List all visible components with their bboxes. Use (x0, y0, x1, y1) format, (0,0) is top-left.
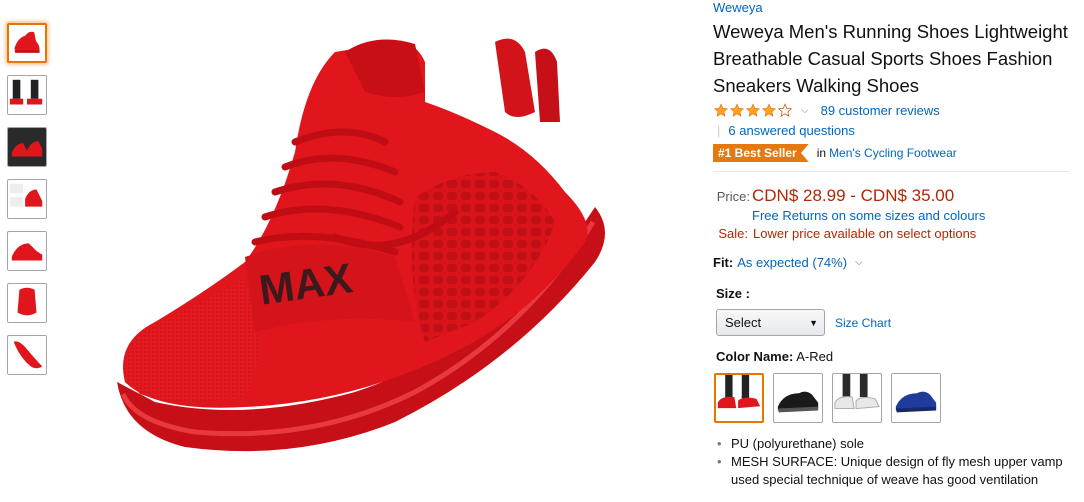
fit-label: Fit: (713, 255, 734, 270)
thumbnail-5[interactable] (7, 231, 47, 271)
swatch-blue[interactable] (891, 373, 941, 423)
feature-bullet: MESH SURFACE: Unique design of fly mesh … (717, 453, 1073, 489)
divider (713, 171, 1070, 172)
fit-row: Fit: As expected (74%) ⌵ (713, 255, 1073, 270)
chevron-down-icon[interactable]: ⌵ (801, 105, 809, 116)
detail-thumbnail-icon (9, 183, 43, 207)
thumbnail-4[interactable] (7, 179, 47, 219)
price-label: Price: (716, 189, 750, 204)
best-seller-badge[interactable]: #1 Best Seller (713, 144, 809, 162)
sale-row: Sale: Lower price available on select op… (713, 226, 1073, 241)
color-swatches (713, 373, 1073, 423)
size-label: Size : (716, 286, 750, 301)
customer-reviews-link[interactable]: 89 customer reviews (821, 103, 940, 118)
thumbnail-6[interactable] (7, 283, 47, 323)
black-shoe-swatch-icon (777, 391, 819, 413)
red-shoe-swatch-icon (717, 375, 761, 409)
qa-row: | 6 answered questions (713, 121, 1073, 139)
star-filled-icon (761, 102, 777, 117)
brand-link[interactable]: Weweya (713, 0, 1073, 15)
dropdown-arrow-icon: ▼ (809, 318, 818, 328)
swatch-red[interactable] (714, 373, 764, 423)
star-rating[interactable] (713, 102, 793, 118)
separator: | (717, 122, 721, 138)
legs-thumbnail-icon (9, 79, 43, 105)
thumbnail-1[interactable] (7, 23, 47, 63)
price-value: CDN$ 28.99 - CDN$ 35.00 (752, 186, 955, 205)
white-shoe-swatch-icon (834, 374, 880, 410)
star-filled-icon (745, 102, 761, 117)
sale-text: Lower price available on select options (753, 226, 977, 241)
best-seller-category-link[interactable]: Men's Cycling Footwear (829, 146, 957, 160)
shoe-image: MAX (117, 38, 605, 452)
size-select[interactable]: Select ▼ (716, 309, 825, 336)
price-block: Price: CDN$ 28.99 - CDN$ 35.00 Free Retu… (713, 186, 1073, 241)
side-thumbnail-icon (11, 243, 43, 261)
color-name-label: Color Name: (716, 349, 794, 364)
size-select-value: Select (725, 315, 762, 330)
thumbnail-2[interactable] (7, 75, 47, 115)
chevron-down-icon[interactable]: ⌵ (855, 257, 863, 268)
star-filled-icon (713, 102, 729, 117)
color-name-row: Color Name: A-Red (713, 349, 1073, 364)
product-title: Weweya Men's Running Shoes Lightweight B… (713, 21, 1068, 96)
thumbnail-list (7, 23, 49, 387)
rating-row: ⌵ 89 customer reviews (713, 101, 1073, 119)
shoe-thumbnail-icon (14, 31, 40, 53)
blue-shoe-swatch-icon (895, 391, 937, 413)
sole-thumbnail-icon (13, 341, 43, 369)
feature-bullets: PU (polyurethane) sole MESH SURFACE: Uni… (713, 435, 1073, 489)
fit-value-link[interactable]: As expected (74%) (737, 255, 847, 270)
price-row: Price: CDN$ 28.99 - CDN$ 35.00 (713, 186, 1073, 206)
thumbnail-7[interactable] (7, 335, 47, 375)
size-chart-link[interactable]: Size Chart (835, 316, 891, 330)
color-name-value: A-Red (796, 349, 834, 364)
answered-questions-link[interactable]: 6 answered questions (728, 123, 854, 138)
sale-label: Sale: (718, 226, 748, 241)
main-product-image[interactable]: MAX (95, 22, 635, 502)
best-seller-row: #1 Best Seller in Men's Cycling Footwear (713, 143, 1073, 163)
back-thumbnail-icon (17, 287, 37, 316)
best-seller-in-text: in (816, 146, 827, 160)
pair-thumbnail-icon (8, 128, 46, 166)
star-empty-icon (777, 102, 793, 117)
product-details: Weweya Weweya Men's Running Shoes Lightw… (713, 0, 1073, 489)
thumbnail-3[interactable] (7, 127, 47, 167)
feature-bullet: PU (polyurethane) sole (717, 435, 1073, 453)
swatch-white[interactable] (832, 373, 882, 423)
star-filled-icon (729, 102, 745, 117)
free-returns-link[interactable]: Free Returns on some sizes and colours (752, 208, 1073, 223)
size-row: Select ▼ Size Chart (713, 309, 1073, 336)
swatch-black[interactable] (773, 373, 823, 423)
